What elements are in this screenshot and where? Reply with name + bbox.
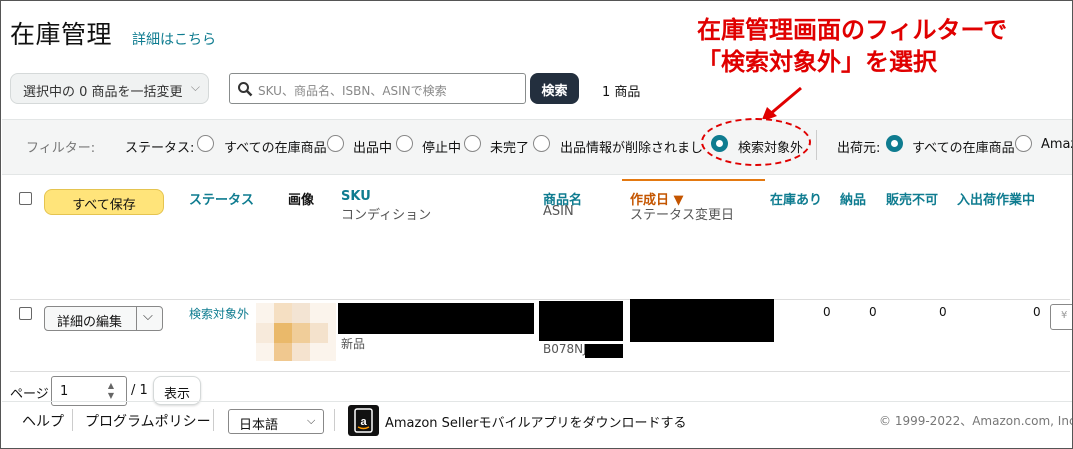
search-button[interactable]: 検索 xyxy=(530,73,579,104)
annotation-line-2: 「検索対象外」を選択 xyxy=(697,48,937,76)
page-number-value: 1 xyxy=(60,384,69,399)
row-divider xyxy=(10,299,1070,300)
radio-label-status-all: すべての在庫商品 xyxy=(224,141,327,156)
bulk-action-label: 選択中の 0 商品を一括変更 xyxy=(23,85,183,100)
annotation-callout xyxy=(701,118,811,166)
page-total: / 1 xyxy=(131,383,148,398)
radio-label-status-incomplete: 未完了 xyxy=(490,141,530,156)
radio-label-status-inactive: 停止中 xyxy=(422,141,462,156)
footer-app-link[interactable]: Amazon Sellerモバイルアプリをダウンロードする xyxy=(385,412,687,431)
row-divider xyxy=(10,371,1070,372)
column-inbound[interactable]: 納品 xyxy=(840,189,866,208)
redacted-product-name xyxy=(539,301,623,341)
radio-status-all[interactable] xyxy=(197,135,214,152)
radio-fulfillment-all[interactable] xyxy=(886,135,903,152)
bulk-action-dropdown[interactable]: 選択中の 0 商品を一括変更 ⌵ xyxy=(10,73,209,104)
radio-fulfillment-amazon[interactable] xyxy=(1015,135,1032,152)
row-checkbox[interactable] xyxy=(19,307,32,320)
svg-text:a: a xyxy=(360,416,367,428)
column-status[interactable]: ステータス xyxy=(189,189,254,208)
filter-label: フィルター: xyxy=(26,141,96,156)
search-placeholder: SKU、商品名、ISBN、ASINで検索 xyxy=(258,84,447,98)
radio-status-incomplete[interactable] xyxy=(464,135,481,152)
page-label: ページ xyxy=(10,387,49,402)
page-title: 在庫管理 xyxy=(10,20,113,49)
fulfillment-filter-label: 出荷元: xyxy=(837,141,881,156)
redacted-dates xyxy=(630,299,774,342)
radio-label-status-active: 出品中 xyxy=(353,141,393,156)
column-in-stock[interactable]: 在庫あり xyxy=(770,189,822,208)
column-status-change-date: ステータス変更日 xyxy=(630,208,735,223)
radio-label-status-deleted: 出品情報が削除されました xyxy=(560,141,702,156)
column-unsellable[interactable]: 販売不可 xyxy=(886,189,938,208)
select-all-checkbox[interactable] xyxy=(19,192,32,205)
language-value: 日本語 xyxy=(239,418,279,433)
row-asin: B078NJ xyxy=(543,342,587,356)
footer-policy-link[interactable]: プログラムポリシー xyxy=(85,411,211,431)
filter-divider xyxy=(816,130,817,160)
column-asin: ASIN xyxy=(543,204,574,219)
price-input[interactable]: ¥ xyxy=(1050,304,1072,330)
column-image: 画像 xyxy=(288,193,315,208)
row-in-stock: 0 xyxy=(823,305,831,319)
column-condition: コンディション xyxy=(341,208,432,223)
row-inbound-work: 0 xyxy=(1033,305,1041,319)
radio-status-active[interactable] xyxy=(327,135,344,152)
edit-details-button[interactable]: 詳細の編集 ⌵ xyxy=(44,306,163,331)
footer-help-link[interactable]: ヘルプ xyxy=(22,411,64,431)
column-inbound-work[interactable]: 入出荷作業中 xyxy=(957,189,1035,208)
save-all-button[interactable]: すべて保存 xyxy=(44,189,164,215)
sort-indicator xyxy=(622,179,765,181)
inventory-page: 在庫管理 詳細はこちら 在庫管理画面のフィルターで 「検索対象外」を選択 選択中… xyxy=(0,0,1073,449)
radio-label-fulfillment-amazon: Amaz xyxy=(1041,137,1072,152)
help-link[interactable]: 詳細はこちら xyxy=(132,29,216,49)
spinner-icon[interactable]: ▲ ▼ xyxy=(104,381,118,401)
row-status-link[interactable]: 検索対象外 xyxy=(189,305,249,322)
footer-divider xyxy=(2,401,1072,402)
search-icon xyxy=(238,82,253,97)
redacted-asin xyxy=(585,344,623,358)
chevron-down-icon: ⌵ xyxy=(190,80,200,94)
result-count: 1 商品 xyxy=(602,85,641,100)
footer-copyright: © 1999-2022、Amazon.com, Inc xyxy=(879,414,1073,428)
edit-details-label: 詳細の編集 xyxy=(57,315,123,330)
radio-status-deleted[interactable] xyxy=(533,135,550,152)
annotation-line-1: 在庫管理画面のフィルターで xyxy=(697,16,1008,44)
redacted-sku xyxy=(338,303,534,334)
product-image-thumbnail[interactable] xyxy=(256,303,336,361)
radio-label-fulfillment-all: すべての在庫商品 xyxy=(912,141,1015,156)
radio-status-inactive[interactable] xyxy=(396,135,413,152)
chevron-down-icon[interactable]: ⌵ xyxy=(143,309,153,324)
column-sku[interactable]: SKU xyxy=(341,189,371,204)
row-unsellable: 0 xyxy=(939,305,947,319)
status-filter-label: ステータス: xyxy=(125,141,195,156)
amazon-app-icon[interactable]: a xyxy=(348,405,379,436)
price-placeholder: ¥ xyxy=(1061,310,1068,321)
row-inbound: 0 xyxy=(869,305,877,319)
language-select[interactable]: 日本語 ⌵ xyxy=(228,409,324,434)
search-input[interactable]: SKU、商品名、ISBN、ASINで検索 xyxy=(229,73,526,104)
row-condition: 新品 xyxy=(341,337,366,351)
chevron-down-icon: ⌵ xyxy=(307,414,316,427)
